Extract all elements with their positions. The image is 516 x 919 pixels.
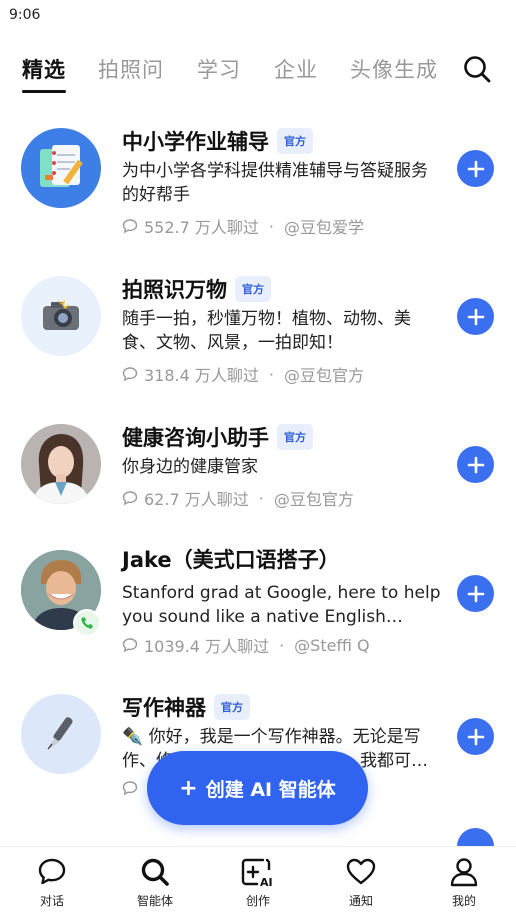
official-badge: 官方: [235, 276, 271, 302]
create-button-label: 创建 AI 智能体: [205, 778, 336, 801]
camera-icon: [43, 298, 79, 330]
avatar-photo-recognition: [21, 276, 101, 356]
voice-call-badge: [73, 609, 101, 637]
nav-label: 智能体: [136, 894, 173, 908]
tab-enterprise[interactable]: 企业: [274, 54, 318, 84]
item-title-row: 拍照识万物 官方: [122, 274, 271, 304]
nav-item-notifications[interactable]: 通知: [326, 855, 396, 909]
tab-avatar-gen[interactable]: 头像生成: [350, 54, 438, 84]
plus-icon: [467, 728, 484, 745]
official-badge: 官方: [214, 694, 250, 720]
chat-count: 62.7 万人聊过: [144, 490, 249, 509]
item-description: 为中小学各学科提供精准辅导与答疑服务的好帮手: [122, 161, 428, 205]
plus-icon: [467, 308, 484, 325]
person-icon: [450, 858, 478, 887]
plus-icon: [467, 585, 484, 602]
nav-item-create[interactable]: AI 创作: [223, 855, 293, 909]
add-agent-button[interactable]: [457, 718, 494, 755]
nav-item-profile[interactable]: 我的: [429, 855, 499, 909]
item-title-row: 健康咨询小助手 官方: [122, 422, 313, 452]
chat-count-icon: [122, 366, 138, 382]
plus-icon: [467, 160, 484, 177]
avatar-writing-tool: [21, 694, 101, 774]
category-tabs: 精选 拍照问 学习 企业 头像生成: [0, 48, 516, 94]
tab-photo-ask[interactable]: 拍照问: [98, 54, 164, 84]
heart-icon: [346, 858, 376, 885]
create-ai-agent-button[interactable]: + 创建 AI 智能体: [147, 751, 368, 825]
plus-icon: [467, 456, 484, 473]
item-title-row: Jake（美式口语搭子）: [122, 544, 340, 574]
item-author[interactable]: @豆包爱学: [284, 214, 364, 238]
item-description: Stanford grad at Google, here to help yo…: [122, 583, 441, 627]
item-title-row: 中小学作业辅导 官方: [122, 126, 313, 156]
bottom-nav: 对话 智能体 AI 创作 通知 我的: [0, 846, 516, 919]
chat-count: 552.7 万人聊过: [144, 218, 259, 237]
create-plus-icon: +: [179, 775, 198, 801]
doctor-portrait-icon: [21, 424, 101, 504]
nav-item-agents[interactable]: 智能体: [120, 855, 190, 909]
chat-count-icon: [122, 637, 138, 653]
avatar-health-assistant: [21, 424, 101, 504]
item-description: 随手一拍，秒懂万物！植物、动物、美食、文物、风景，一拍即知！: [122, 309, 411, 353]
official-badge: 官方: [277, 128, 313, 154]
status-time: 9:06: [9, 7, 41, 23]
chat-bubble-icon: [38, 858, 66, 885]
nav-label: 创作: [245, 894, 270, 908]
nav-label: 通知: [348, 894, 373, 908]
item-meta: 1039.4 万人聊过 · @Steffi Q: [122, 633, 370, 657]
add-agent-button[interactable]: [457, 575, 494, 612]
chat-count-icon: [122, 780, 138, 796]
item-author[interactable]: @豆包官方: [274, 486, 354, 510]
item-name: Jake（美式口语搭子）: [122, 548, 340, 572]
tab-study[interactable]: 学习: [197, 54, 241, 84]
chat-count-icon: [122, 490, 138, 506]
item-name: 中小学作业辅导: [122, 130, 269, 154]
item-meta: 62.7 万人聊过 · @豆包官方: [122, 486, 354, 510]
item-author[interactable]: @豆包官方: [284, 362, 364, 386]
nav-label: 我的: [451, 894, 476, 908]
item-meta: 318.4 万人聊过 · @豆包官方: [122, 362, 364, 386]
search-button[interactable]: [458, 50, 496, 88]
nav-item-chat[interactable]: 对话: [17, 855, 87, 909]
search-icon: [141, 858, 169, 886]
item-name: 拍照识万物: [122, 278, 227, 302]
notebook-pencil-icon: [40, 145, 83, 187]
phone-icon: [81, 617, 93, 629]
active-tab-indicator: [22, 90, 66, 93]
item-author[interactable]: @Steffi Q: [294, 636, 369, 655]
search-icon: [464, 56, 491, 83]
tab-featured[interactable]: 精选: [22, 54, 66, 84]
item-name: 写作神器: [122, 696, 206, 720]
official-badge: 官方: [277, 424, 313, 450]
item-title-row: 写作神器 官方: [122, 692, 250, 722]
item-description: 你身边的健康管家: [122, 457, 258, 477]
item-meta: [122, 780, 144, 796]
status-bar: 9:06: [0, 0, 516, 30]
svg-text:AI: AI: [260, 876, 273, 888]
nav-label: 对话: [39, 894, 64, 908]
chat-count: 1039.4 万人聊过: [144, 637, 270, 656]
fountain-pen-icon: [47, 717, 73, 750]
chat-count-icon: [122, 218, 138, 234]
create-ai-icon: AI: [241, 858, 273, 888]
avatar-homework: [21, 128, 101, 208]
chat-count: 318.4 万人聊过: [144, 366, 259, 385]
item-name: 健康咨询小助手: [122, 426, 269, 450]
add-agent-button[interactable]: [457, 150, 494, 187]
item-meta: 552.7 万人聊过 · @豆包爱学: [122, 214, 364, 238]
add-agent-button[interactable]: [457, 446, 494, 483]
add-agent-button[interactable]: [457, 298, 494, 335]
